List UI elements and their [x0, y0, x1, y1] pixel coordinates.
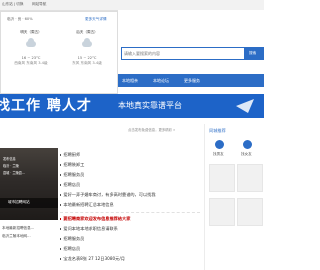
search-button-label: 搜索: [249, 51, 257, 55]
female-icon[interactable]: [215, 140, 224, 149]
weather-panel: 临沂 · 良 · 60% 更多天气详情 明天（周五） 16 ~ 23°C 西南风…: [0, 11, 118, 94]
main-nav: 本地相亲 本地论坛 更多服务: [118, 74, 264, 87]
search-button[interactable]: 搜索: [245, 47, 264, 60]
promo-line: 发布信息: [3, 157, 16, 161]
promo-caption-bar: 城市招聘网站: [0, 198, 58, 208]
banner-subtitle: 本地真实靠谱平台: [118, 101, 182, 110]
list-item[interactable]: 招聘店员: [60, 182, 80, 188]
profile-photo[interactable]: [237, 198, 263, 226]
search-input[interactable]: [121, 47, 245, 60]
nav-item-dating[interactable]: 本地相亲: [122, 74, 138, 87]
weather-day-1: 明天（周五） 16 ~ 23°C 西南风 东南风 3-4级: [5, 30, 57, 66]
list-item[interactable]: 招聘店员: [60, 246, 80, 252]
left-list-item[interactable]: 临沂兰陵本地网...: [2, 234, 31, 239]
list-item[interactable]: 招聘服务员: [60, 172, 84, 178]
promo-line: 县城 · 兰陵县...: [3, 171, 26, 175]
weather-wind: 东风 东南风 3-4级: [72, 61, 102, 65]
weather-day-name: 明天（周五）: [20, 30, 42, 34]
promo-line: 临沂 · 兰陵: [3, 164, 19, 168]
list-item[interactable]: 招聘装卸工: [60, 162, 84, 168]
list-item[interactable]: 爱问本地本地求职信息请联系: [60, 226, 118, 232]
weather-detail-link[interactable]: 更多天气详情: [85, 17, 107, 22]
nav-item-forum[interactable]: 本地论坛: [153, 74, 169, 87]
profile-photo[interactable]: [209, 164, 235, 192]
weather-wind: 西南风 东南风 3-4级: [14, 61, 48, 65]
left-list-item[interactable]: 本地最新招聘信息...: [2, 226, 34, 231]
recommend-title: 同城推荐: [209, 128, 226, 133]
cloud-icon: [82, 38, 92, 47]
recommend-panel: 同城推荐 找男友 找女友: [204, 124, 265, 270]
recruit-banner[interactable]: 找工作 聘人才 本地真实靠谱平台: [0, 94, 264, 118]
list-item[interactable]: 爱好一弄子婚车商讨，有多高时靠谱的，可以找我: [60, 192, 156, 198]
profile-photo[interactable]: [237, 164, 263, 192]
site-nav-menu[interactable]: 网站导航: [32, 2, 46, 7]
list-item[interactable]: 宝龙名表8张 27 12日3080元/月: [60, 256, 125, 262]
info-list: 招聘厨师 招聘装卸工 招聘服务员 招聘店员 爱好一弄子婚车商讨，有多高时靠谱的，…: [58, 128, 204, 270]
list-item-highlight[interactable]: 要招聘商家欢迎发布信息推荐给大家: [60, 216, 130, 222]
cloud-icon: [26, 38, 36, 47]
divider: [60, 212, 200, 213]
find-boyfriend-link[interactable]: 找男友: [213, 152, 224, 157]
male-icon[interactable]: [243, 140, 252, 149]
site-switch-link[interactable]: 山东站 | 切换: [2, 2, 23, 7]
weather-city-line: 临沂 · 良 · 60%: [7, 17, 33, 21]
nav-item-more[interactable]: 更多服务: [184, 74, 200, 87]
promo-image[interactable]: 发布信息 临沂 · 兰陵 县城 · 兰陵县...: [0, 148, 58, 220]
profile-photo[interactable]: [209, 198, 235, 226]
list-item[interactable]: 本地最新招聘汇总本地信息: [60, 202, 114, 208]
left-list: 本地最新招聘信息... 临沂兰陵本地网...: [0, 220, 58, 270]
paper-plane-icon: [236, 99, 254, 113]
weather-day-name: 后天（周五）: [76, 30, 98, 34]
list-item[interactable]: 招聘厨师: [60, 152, 80, 158]
weather-day-2: 后天（周五） 15 ~ 22°C 东风 东南风 3-4级: [61, 30, 113, 66]
banner-title: 找工作 聘人才: [0, 98, 92, 114]
promo-caption: 城市招聘网站: [8, 200, 30, 204]
find-girlfriend-link[interactable]: 找女友: [241, 152, 252, 157]
list-item[interactable]: 招聘服务员: [60, 236, 84, 242]
